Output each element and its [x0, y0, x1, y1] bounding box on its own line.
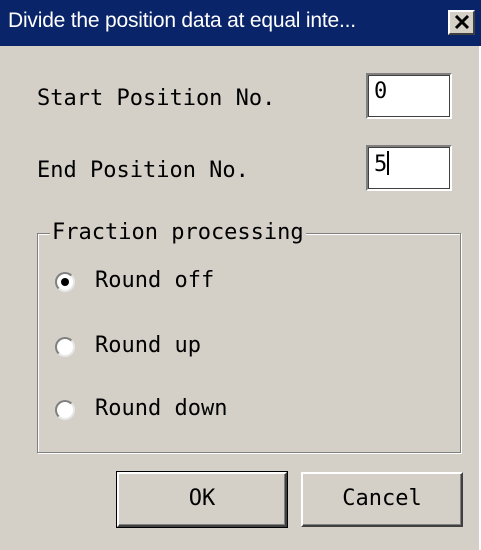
start-position-input[interactable]: 0	[366, 73, 452, 119]
dialog-window: Divide the position data at equal inte..…	[0, 0, 481, 550]
close-button[interactable]	[448, 10, 475, 35]
radio-round-off-label[interactable]: Round off	[95, 268, 214, 293]
title-bar[interactable]: Divide the position data at equal inte..…	[0, 0, 481, 46]
radio-round-up-circle[interactable]	[55, 337, 75, 357]
window-title: Divide the position data at equal inte..…	[8, 9, 356, 32]
radio-selected-dot	[61, 278, 69, 286]
cancel-button[interactable]: Cancel	[301, 472, 463, 527]
radio-round-off-circle[interactable]	[55, 272, 75, 292]
end-position-value: 5	[374, 152, 388, 177]
ok-button[interactable]: OK	[116, 471, 288, 528]
end-position-input[interactable]: 5	[366, 145, 452, 191]
text-caret	[387, 151, 390, 175]
radio-round-down-label[interactable]: Round down	[95, 396, 227, 421]
radio-round-down-circle[interactable]	[55, 400, 75, 420]
start-position-value: 0	[374, 79, 388, 104]
radio-round-up-label[interactable]: Round up	[95, 333, 201, 358]
fraction-processing-legend: Fraction processing	[50, 220, 306, 245]
start-position-label: Start Position No.	[37, 86, 276, 111]
end-position-label: End Position No.	[37, 158, 249, 183]
